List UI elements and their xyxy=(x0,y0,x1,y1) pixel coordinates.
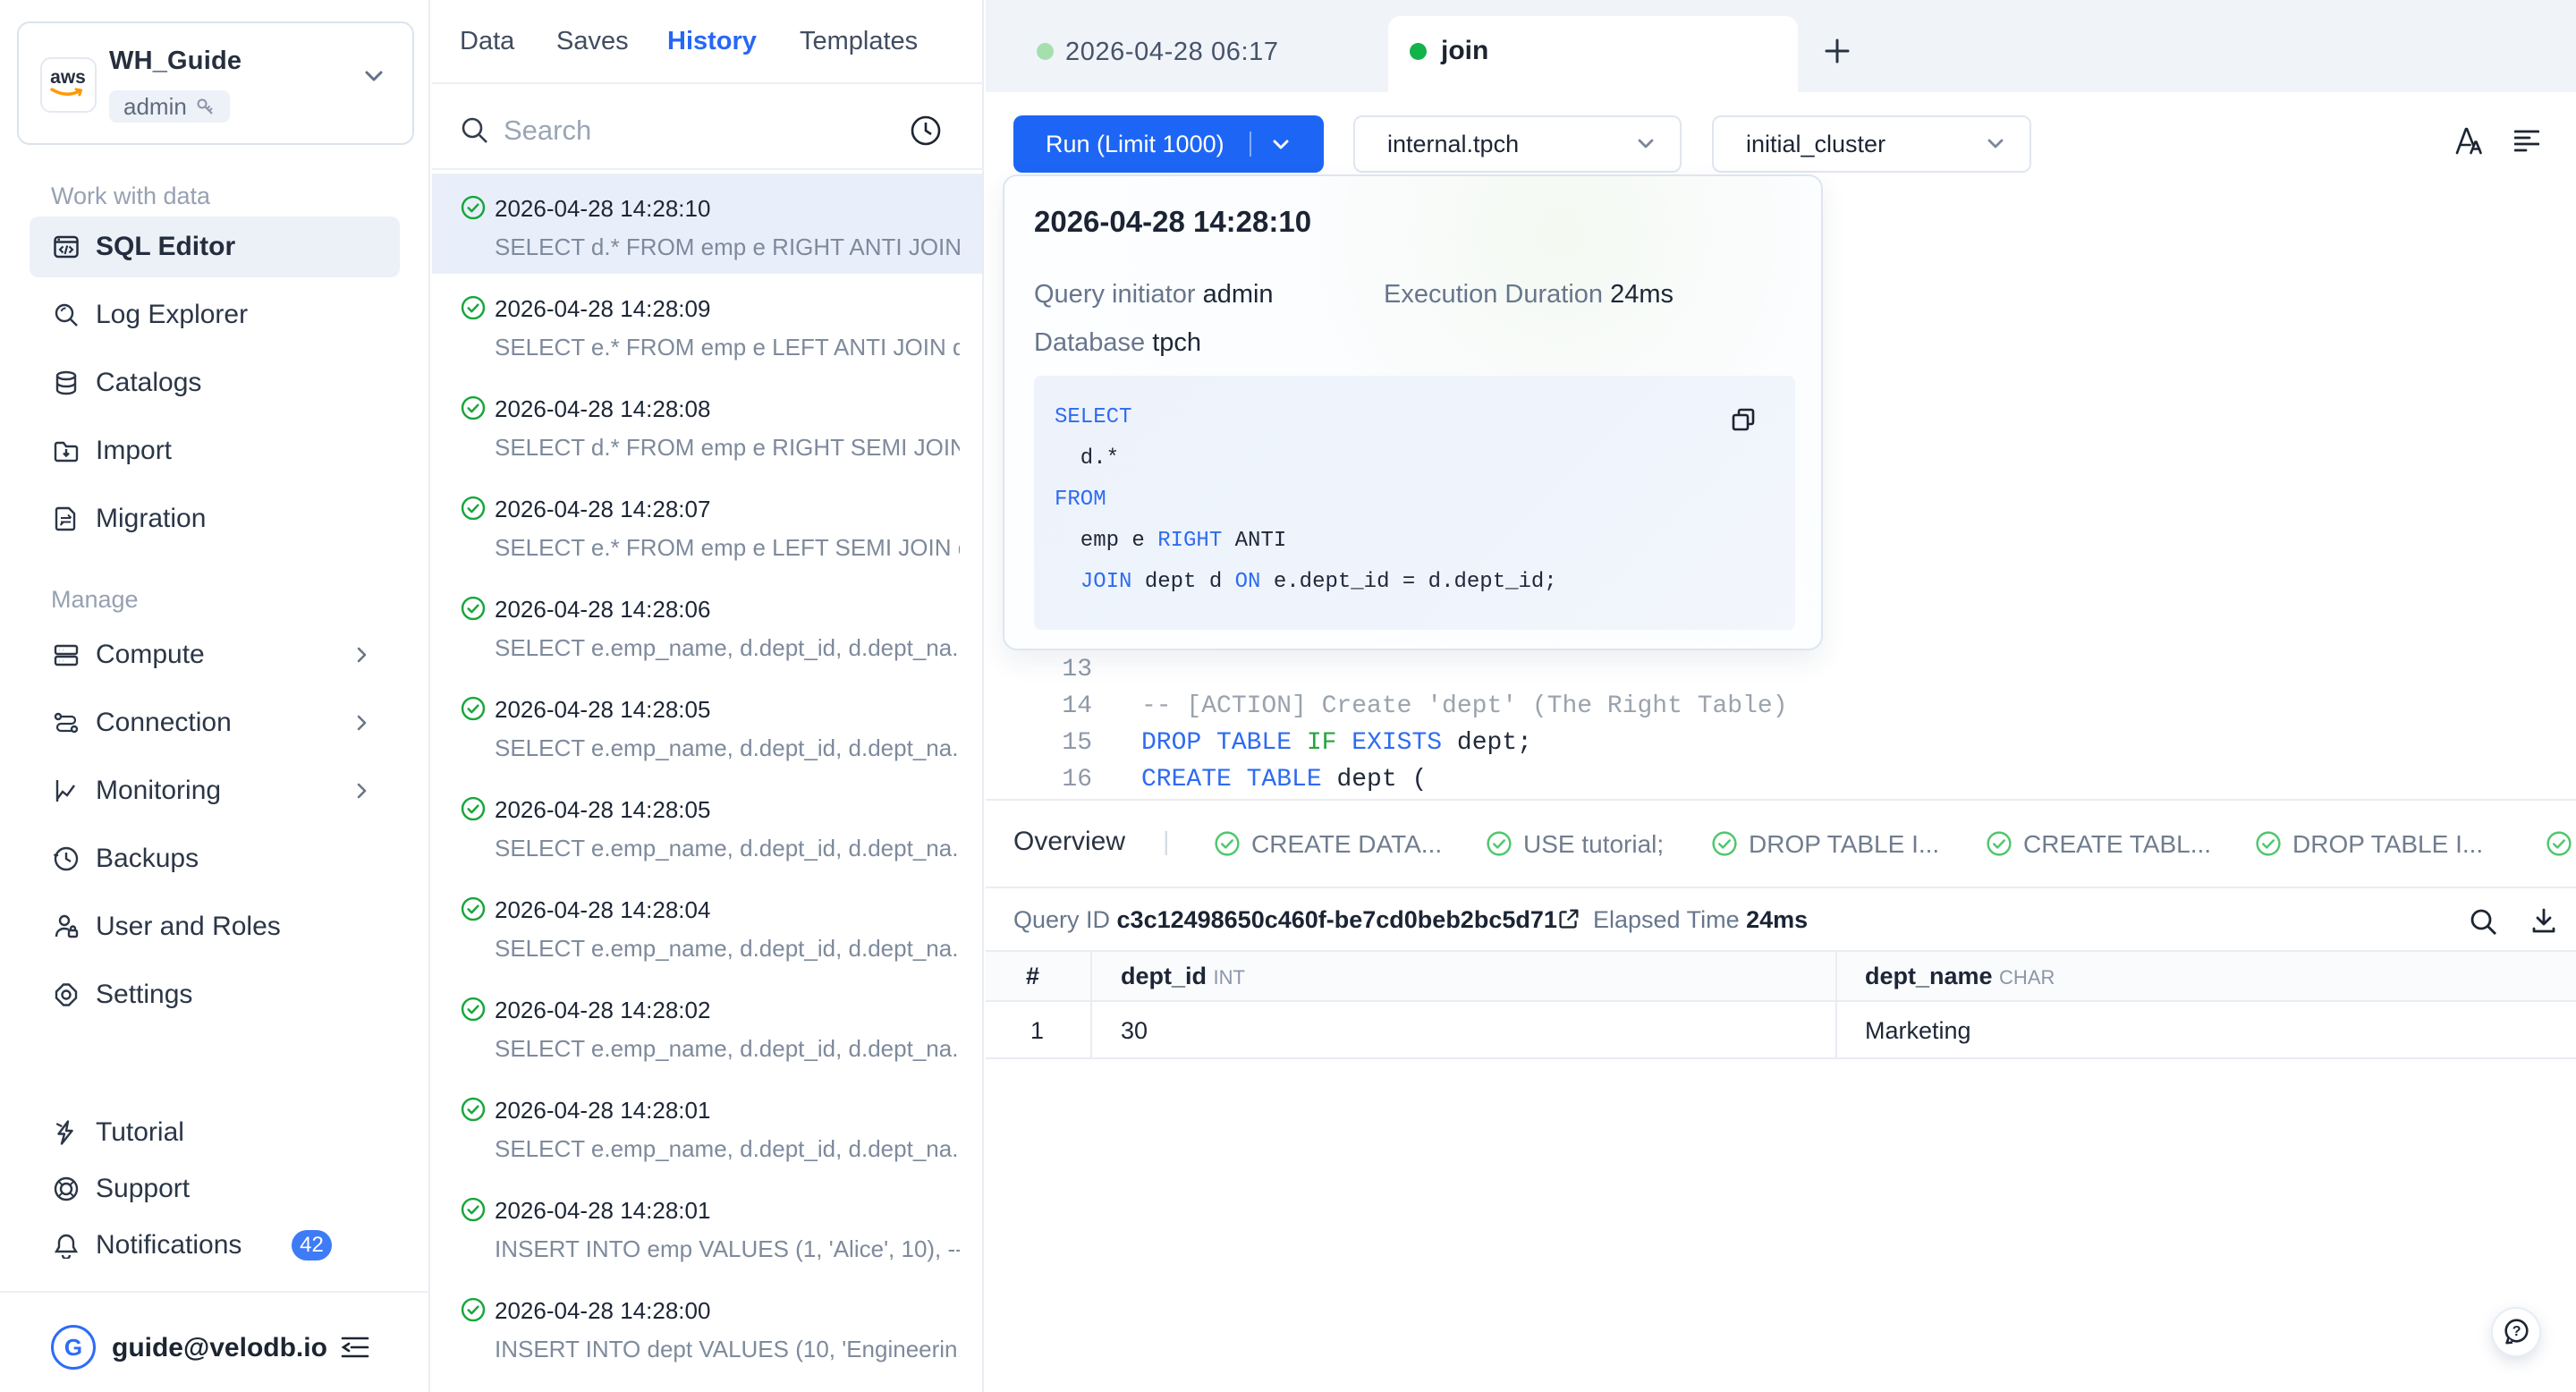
svg-text:?: ? xyxy=(2512,1324,2521,1339)
svg-text:aws: aws xyxy=(50,67,86,88)
